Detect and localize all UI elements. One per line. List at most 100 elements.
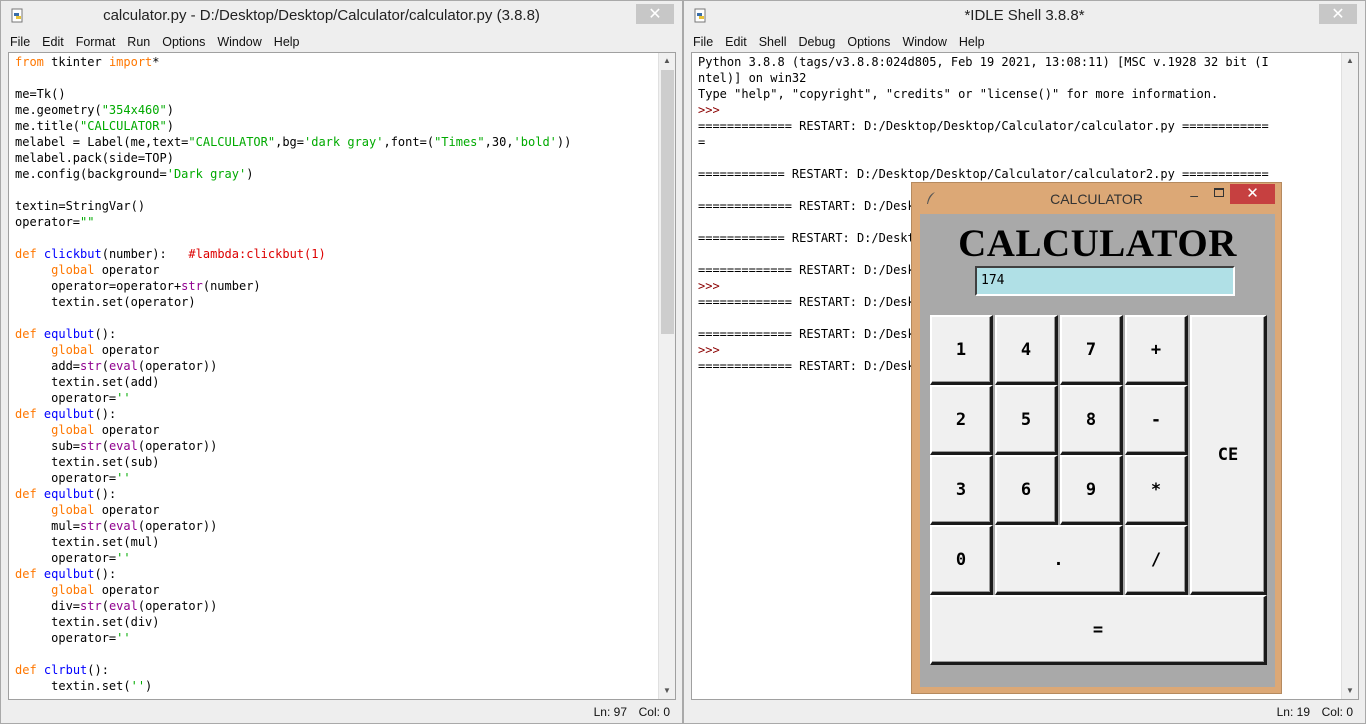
code-line: me.title("CALCULATOR") bbox=[15, 118, 655, 134]
button-dot[interactable]: . bbox=[995, 525, 1123, 595]
button-2[interactable]: 2 bbox=[930, 385, 993, 455]
code-line-token bbox=[37, 247, 44, 261]
code-line: def equlbut(): bbox=[15, 566, 655, 582]
button-0[interactable]: 0 bbox=[930, 525, 993, 595]
button-8[interactable]: 8 bbox=[1060, 385, 1123, 455]
code-line-token: operator= bbox=[15, 631, 117, 645]
code-line-token: def bbox=[15, 663, 37, 677]
code-line: add=str(eval(operator)) bbox=[15, 358, 655, 374]
code-line: operator='' bbox=[15, 470, 655, 486]
code-line: def equlbut(): bbox=[15, 486, 655, 502]
button-1[interactable]: 1 bbox=[930, 315, 993, 385]
code-line-token: mul= bbox=[15, 519, 81, 533]
code-line: operator=operator+str(number) bbox=[15, 278, 655, 294]
menu-options[interactable]: Options bbox=[161, 35, 206, 49]
code-line-token: (operator)) bbox=[137, 439, 218, 453]
code-line-token: textin.set(mul) bbox=[15, 535, 160, 549]
code-line-token: textin.set(sub) bbox=[15, 455, 160, 469]
shell-scrollbar[interactable]: ▲ ▼ bbox=[1341, 53, 1358, 699]
shell-close-button[interactable]: ✕ bbox=[1319, 4, 1357, 24]
editor-close-button[interactable]: ✕ bbox=[636, 4, 674, 24]
shell-line: >>> bbox=[698, 102, 1338, 118]
code-line-token: sub= bbox=[15, 439, 81, 453]
menu-help[interactable]: Help bbox=[273, 35, 301, 49]
button-5[interactable]: 5 bbox=[995, 385, 1058, 455]
editor-statusbar: Ln: 97 Col: 0 bbox=[1, 701, 682, 723]
menu-file[interactable]: File bbox=[692, 35, 714, 49]
button-7[interactable]: 7 bbox=[1060, 315, 1123, 385]
code-line: global operator bbox=[15, 502, 655, 518]
menu-help[interactable]: Help bbox=[958, 35, 986, 49]
shell-titlebar[interactable]: *IDLE Shell 3.8.8* ✕ bbox=[684, 1, 1365, 31]
button-multiply[interactable]: * bbox=[1125, 455, 1188, 525]
code-line-token: (): bbox=[94, 487, 117, 501]
menu-format[interactable]: Format bbox=[75, 35, 117, 49]
code-line-token: operator bbox=[94, 263, 160, 277]
button-3[interactable]: 3 bbox=[930, 455, 993, 525]
editor-window: calculator.py - D:/Desktop/Desktop/Calcu… bbox=[0, 0, 683, 724]
calculator-display[interactable]: 174 bbox=[975, 266, 1235, 296]
code-line-token: "CALCULATOR" bbox=[80, 119, 167, 133]
scroll-thumb[interactable] bbox=[661, 70, 674, 334]
calculator-heading: CALCULATOR bbox=[958, 222, 1237, 265]
button-minus[interactable]: - bbox=[1125, 385, 1188, 455]
menu-run[interactable]: Run bbox=[126, 35, 151, 49]
code-line: melabel = Label(me,text="CALCULATOR",bg=… bbox=[15, 134, 655, 150]
menu-edit[interactable]: Edit bbox=[41, 35, 65, 49]
scroll-down-icon[interactable]: ▼ bbox=[1342, 683, 1358, 699]
code-line-token: (): bbox=[94, 567, 117, 581]
menu-options[interactable]: Options bbox=[846, 35, 891, 49]
code-line-token: str bbox=[80, 599, 102, 613]
menu-window[interactable]: Window bbox=[216, 35, 262, 49]
scroll-down-icon[interactable]: ▼ bbox=[659, 683, 675, 699]
menu-debug[interactable]: Debug bbox=[798, 35, 837, 49]
button-4[interactable]: 4 bbox=[995, 315, 1058, 385]
editor-titlebar[interactable]: calculator.py - D:/Desktop/Desktop/Calcu… bbox=[1, 1, 682, 31]
code-line-token: eval bbox=[108, 359, 138, 373]
scroll-up-icon[interactable]: ▲ bbox=[1342, 53, 1358, 69]
editor-scrollbar[interactable]: ▲ ▼ bbox=[658, 53, 675, 699]
button-9[interactable]: 9 bbox=[1060, 455, 1123, 525]
code-line-token: def bbox=[15, 327, 37, 341]
code-line-token: ) bbox=[166, 103, 174, 117]
code-line-token: (): bbox=[94, 327, 117, 341]
button-divide[interactable]: / bbox=[1125, 525, 1188, 595]
button-equals[interactable]: = bbox=[930, 595, 1267, 665]
scroll-up-icon[interactable]: ▲ bbox=[659, 53, 675, 69]
code-line-token bbox=[15, 423, 51, 437]
code-line-token: operator bbox=[94, 423, 160, 437]
button-plus[interactable]: + bbox=[1125, 315, 1188, 385]
close-button[interactable]: ✕ bbox=[1230, 184, 1275, 204]
button-6[interactable]: 6 bbox=[995, 455, 1058, 525]
shell-line: ntel)] on win32 bbox=[698, 70, 1338, 86]
code-line-token: str bbox=[80, 519, 102, 533]
minimize-icon[interactable]: – bbox=[1190, 187, 1198, 203]
menu-shell[interactable]: Shell bbox=[758, 35, 788, 49]
code-line-token: textin.set(div) bbox=[15, 615, 160, 629]
menu-file[interactable]: File bbox=[9, 35, 31, 49]
button-ce[interactable]: CE bbox=[1190, 315, 1267, 595]
code-line-token: (): bbox=[87, 663, 109, 677]
code-line-token: '' bbox=[116, 551, 131, 565]
code-line-token: (operator)) bbox=[137, 519, 218, 533]
code-line-token: melabel = Label(me,text= bbox=[15, 135, 189, 149]
shell-line-token: ntel)] on win32 bbox=[698, 71, 807, 85]
code-line-token: ,30, bbox=[484, 135, 514, 149]
code-line-token: from bbox=[15, 55, 44, 69]
editor-text-area[interactable]: from tkinter import* me=Tk() me.geometry("… bbox=[8, 52, 676, 700]
code-line-token: operator bbox=[94, 583, 160, 597]
editor-code[interactable]: from tkinter import* me=Tk() me.geometry("… bbox=[15, 54, 655, 699]
maximize-icon[interactable] bbox=[1214, 188, 1224, 197]
code-line: div=str(eval(operator)) bbox=[15, 598, 655, 614]
menu-edit[interactable]: Edit bbox=[724, 35, 748, 49]
calculator-titlebar[interactable]: CALCULATOR – ✕ bbox=[912, 183, 1281, 213]
code-line-token: (operator)) bbox=[137, 599, 218, 613]
code-line-token bbox=[15, 583, 51, 597]
code-line-token: str bbox=[80, 439, 102, 453]
menu-window[interactable]: Window bbox=[901, 35, 947, 49]
shell-line-token: Type "help", "copyright", "credits" or "… bbox=[698, 87, 1219, 101]
code-line-token: ) bbox=[166, 119, 174, 133]
column-number: Col: 0 bbox=[1321, 705, 1353, 719]
